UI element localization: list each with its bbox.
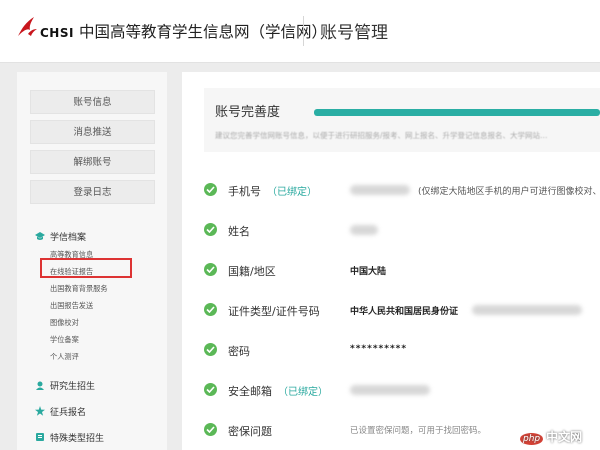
security-question-label: 密保问题 bbox=[228, 425, 272, 438]
check-icon bbox=[204, 383, 217, 396]
check-icon bbox=[204, 183, 217, 196]
account-completeness-box: 账号完善度 建议您完善学信网账号信息，以便于进行研招服务/报考、网上报名、升学登… bbox=[204, 88, 600, 152]
graduation-cap-icon bbox=[35, 232, 45, 240]
main-panel: 账号完善度 建议您完善学信网账号信息，以便于进行研招服务/报考、网上报名、升学登… bbox=[182, 72, 600, 450]
phone-label: 手机号 bbox=[228, 185, 261, 198]
logo-text: CHSI bbox=[40, 26, 74, 40]
nationality-label: 国籍/地区 bbox=[228, 265, 276, 278]
chsi-logo-icon bbox=[18, 17, 37, 36]
sidebar-section-grad[interactable]: 研究生招生 bbox=[35, 379, 95, 392]
name-label: 姓名 bbox=[228, 225, 250, 238]
watermark: php 中文网 bbox=[520, 428, 582, 445]
row-password: 密码 ********** bbox=[204, 338, 600, 362]
unbind-account-button[interactable]: 解绑账号 bbox=[30, 150, 155, 174]
top-header: CHSI 中国高等教育学生信息网（学信网） 账号管理 bbox=[0, 0, 600, 63]
site-title[interactable]: 中国高等教育学生信息网（学信网） bbox=[79, 20, 327, 42]
sidebar-item-assessment[interactable]: 个人测评 bbox=[50, 352, 79, 362]
check-icon bbox=[204, 423, 217, 436]
masked-value bbox=[472, 305, 582, 315]
field-label: 安全邮箱 （已绑定） bbox=[228, 383, 328, 399]
sidebar-section-conscription[interactable]: 征兵报名 bbox=[35, 405, 86, 418]
masked-value bbox=[350, 225, 378, 235]
sidebar-item-degree[interactable]: 学位备案 bbox=[50, 335, 79, 345]
sidebar-section-label: 学信档案 bbox=[50, 233, 87, 243]
page-title: 账号管理 bbox=[320, 23, 388, 43]
id-type-value: 中华人民共和国居民身份证 bbox=[350, 307, 459, 317]
sidebar-item-abroad-report[interactable]: 出国报告发送 bbox=[50, 301, 93, 311]
id-label: 证件类型/证件号码 bbox=[228, 305, 320, 318]
completeness-note: 建议您完善学信网账号信息，以便于进行研招服务/报考、网上报名、升学登记信息报名、… bbox=[215, 131, 548, 140]
bound-tag[interactable]: （已绑定） bbox=[278, 387, 328, 398]
email-label: 安全邮箱 bbox=[228, 385, 272, 398]
sidebar-item-abroad-service[interactable]: 出国教育背景服务 bbox=[50, 284, 108, 294]
password-value: ********** bbox=[350, 344, 408, 354]
highlight-box bbox=[40, 258, 132, 278]
book-icon bbox=[36, 433, 44, 441]
row-email: 安全邮箱 （已绑定） bbox=[204, 378, 600, 402]
password-label: 密码 bbox=[228, 345, 250, 358]
message-push-button[interactable]: 消息推送 bbox=[30, 120, 155, 144]
check-icon bbox=[204, 263, 217, 276]
completeness-title: 账号完善度 bbox=[215, 105, 281, 120]
sidebar-section-special[interactable]: 特殊类型招生 bbox=[35, 431, 104, 444]
masked-value bbox=[350, 185, 410, 195]
sidebar-item-image-check[interactable]: 图像校对 bbox=[50, 318, 79, 328]
row-name: 姓名 bbox=[204, 218, 600, 242]
sidebar-section-label: 研究生招生 bbox=[50, 382, 96, 392]
nationality-value: 中国大陆 bbox=[350, 267, 387, 277]
check-icon bbox=[204, 303, 217, 316]
row-phone: 手机号 （已绑定） (仅绑定大陆地区手机的用户可进行图像校对、学籍… bbox=[204, 178, 600, 202]
completeness-progress-bar bbox=[314, 109, 600, 116]
masked-value bbox=[350, 385, 430, 395]
field-label: 手机号 （已绑定） bbox=[228, 183, 317, 199]
check-icon bbox=[204, 223, 217, 236]
php-badge: php bbox=[520, 433, 544, 445]
row-nationality: 国籍/地区 中国大陆 bbox=[204, 258, 600, 282]
security-question-note: 已设置密保问题，可用于找回密码。 bbox=[350, 426, 487, 436]
star-icon bbox=[35, 406, 45, 416]
bound-tag[interactable]: （已绑定） bbox=[267, 187, 317, 198]
phone-note: (仅绑定大陆地区手机的用户可进行图像校对、学籍… bbox=[418, 187, 600, 197]
watermark-text: 中文网 bbox=[546, 430, 583, 444]
header-divider bbox=[303, 16, 304, 46]
sidebar-section-archive[interactable]: 学信档案 bbox=[35, 230, 86, 243]
check-icon bbox=[204, 343, 217, 356]
graduate-icon bbox=[36, 381, 44, 390]
sidebar-section-label: 征兵报名 bbox=[50, 408, 87, 418]
row-id: 证件类型/证件号码 中华人民共和国居民身份证 bbox=[204, 298, 600, 322]
sidebar-section-label: 特殊类型招生 bbox=[50, 434, 105, 444]
account-info-button[interactable]: 账号信息 bbox=[30, 90, 155, 114]
login-log-button[interactable]: 登录日志 bbox=[30, 180, 155, 204]
